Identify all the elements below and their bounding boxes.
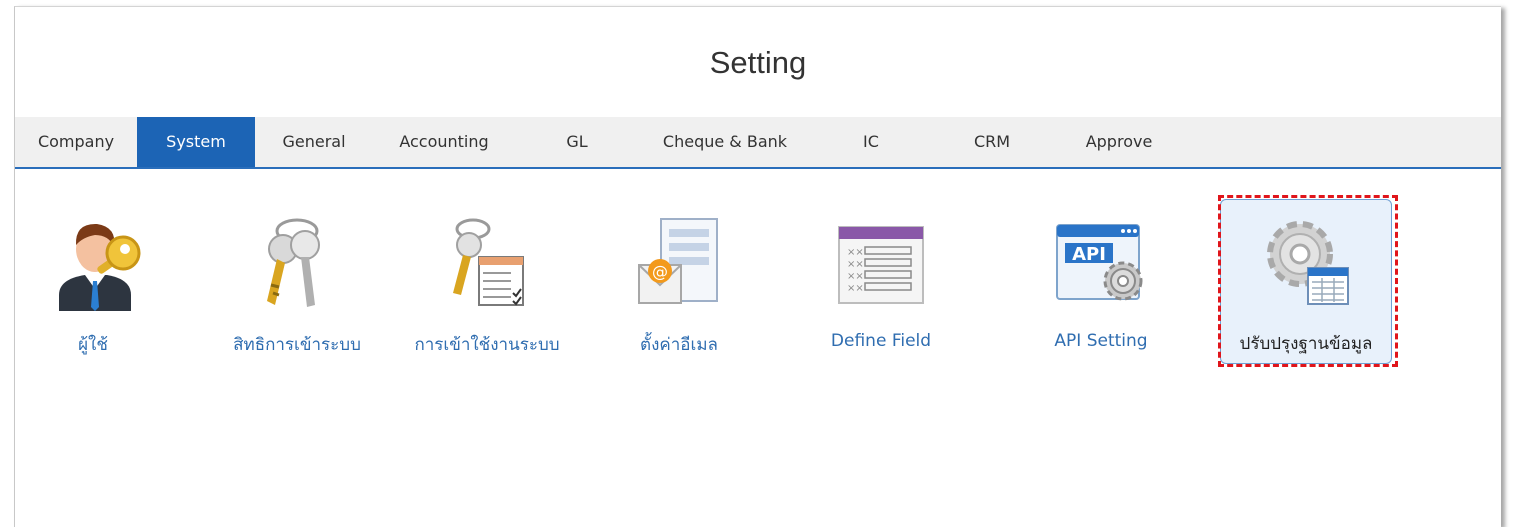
app-user[interactable]: ผู้ใช้ [7,201,179,373]
svg-text:××: ×× [847,247,864,258]
app-label: ตั้งค่าอีเมล [640,335,718,355]
tab-accounting[interactable]: Accounting [373,117,515,167]
tab-gl[interactable]: GL [515,117,639,167]
app-database-update[interactable]: ปรับปรุงฐานข้อมูล [1220,199,1392,364]
app-label: สิทธิการเข้าระบบ [233,335,361,355]
svg-text:××: ×× [847,259,864,270]
app-label: การเข้าใช้งานระบบ [414,335,560,355]
tab-company[interactable]: Company [15,117,137,167]
settings-window: Setting Company System General Accountin… [14,6,1501,527]
app-api-setting[interactable]: API API Setting [1015,201,1187,373]
keys-checklist-icon [453,218,524,306]
app-label: ผู้ใช้ [78,335,108,355]
svg-text:××: ×× [847,283,864,294]
app-email-settings[interactable]: @ ตั้งค่าอีเมล [593,201,765,373]
app-define-field[interactable]: ×× ×× ×× ×× Define Field [795,201,967,373]
gear-database-icon [1267,221,1349,305]
tab-general[interactable]: General [255,117,373,167]
user-key-icon [59,223,141,311]
app-label: API Setting [1054,331,1148,351]
app-permissions[interactable]: สิทธิการเข้าระบบ [211,201,383,373]
app-label: Define Field [830,331,932,351]
tab-bar: Company System General Accounting GL Che… [15,117,1501,169]
svg-text:API: API [1072,244,1106,265]
tab-cheque-bank[interactable]: Cheque & Bank [639,117,811,167]
tab-ic[interactable]: IC [811,117,931,167]
define-field-icon: ×× ×× ×× ×× [838,226,924,304]
tab-approve[interactable]: Approve [1053,117,1185,167]
api-settings-icon: API [1056,224,1143,301]
tab-system[interactable]: System [137,117,255,167]
svg-text:@: @ [652,262,668,281]
app-label: ปรับปรุงฐานข้อมูล [1239,334,1373,354]
svg-text:××: ×× [847,271,864,282]
email-settings-icon: @ [638,218,718,304]
keys-icon [267,218,320,307]
page-title: Setting [709,45,807,80]
app-system-access[interactable]: การเข้าใช้งานระบบ [401,201,573,373]
tab-crm[interactable]: CRM [931,117,1053,167]
